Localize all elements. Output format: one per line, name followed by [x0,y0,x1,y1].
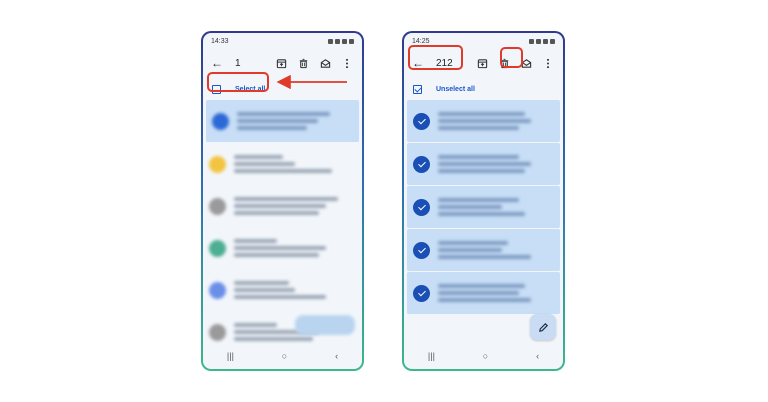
email-list [404,100,563,315]
unselect-all-row[interactable]: Unselect all [410,80,557,98]
list-item[interactable] [407,186,560,228]
selected-check-icon[interactable] [413,112,430,130]
tutorial-canvas: 14:33 ← 1 Select all ||| ○ ‹ 14:25 ← 212… [0,0,768,402]
more-vert-icon[interactable] [539,54,557,72]
delete-highlight [500,47,523,68]
selected-check-icon[interactable] [413,198,430,216]
recents-icon[interactable]: ||| [428,351,435,361]
phone-frame-right: 14:25 ← 212 Unselect all ||| ○ ‹ [402,31,565,371]
list-item[interactable] [407,143,560,185]
list-item[interactable] [407,272,560,314]
selected-check-icon[interactable] [413,155,430,173]
compose-button[interactable] [530,314,556,340]
home-icon[interactable]: ○ [483,351,488,361]
list-item[interactable] [407,229,560,271]
pencil-icon [538,322,548,332]
annotation-arrows [276,65,508,124]
list-item[interactable] [407,100,560,142]
phone-screen-right: 14:25 ← 212 Unselect all ||| ○ ‹ [404,33,563,369]
status-icons [529,38,555,44]
unselect-all-label: Unselect all [436,85,475,93]
nav-back-icon[interactable]: ‹ [536,351,539,361]
selected-check-icon[interactable] [413,241,430,259]
archive-icon[interactable] [473,54,491,72]
unselect-all-checkbox[interactable] [413,84,422,94]
status-time: 14:25 [412,37,430,45]
android-nav-bar: ||| ○ ‹ [404,349,563,363]
selected-check-icon[interactable] [413,284,430,302]
count-highlight [408,45,463,70]
